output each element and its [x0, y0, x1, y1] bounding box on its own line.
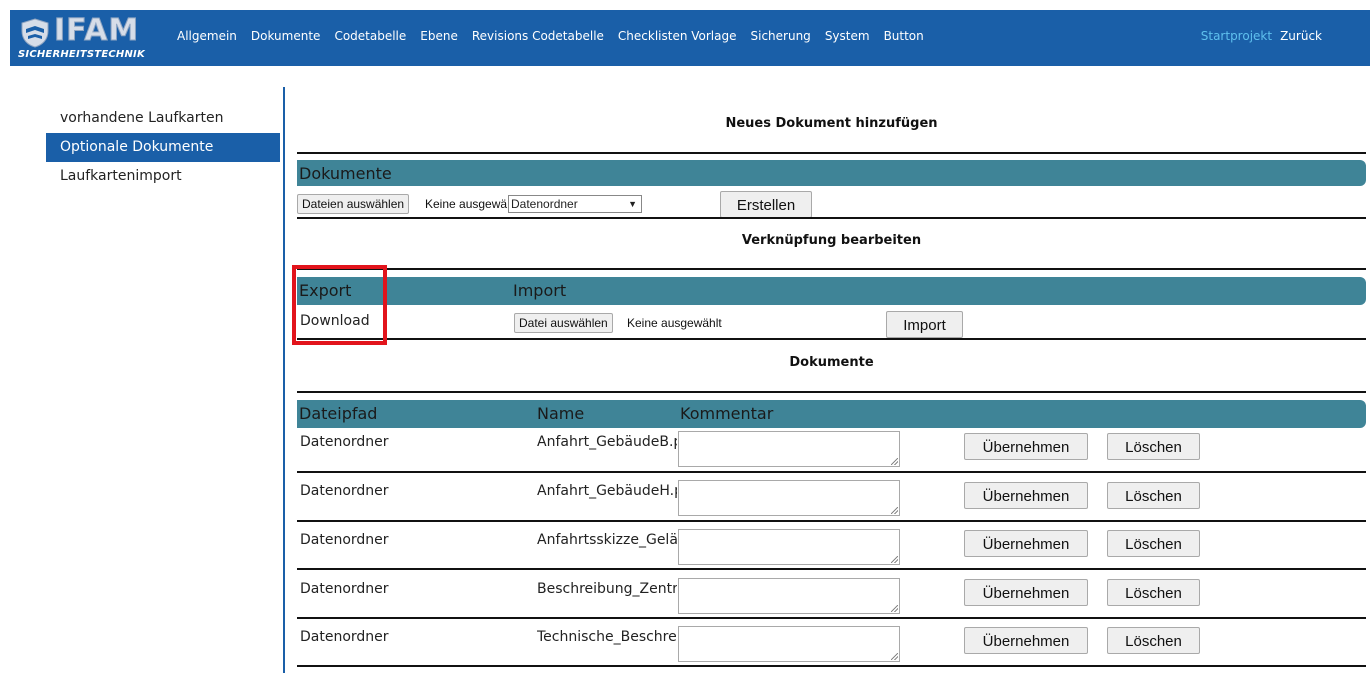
resize-handle-icon[interactable] [891, 507, 898, 514]
choose-file-button[interactable]: Datei auswählen [514, 313, 613, 333]
import-header-label: Import [513, 281, 567, 300]
chevron-down-icon: ▼ [628, 199, 637, 209]
nav-item-system[interactable]: System [825, 29, 870, 43]
highlight-box [292, 265, 387, 345]
brand-word: IFAM [53, 13, 140, 48]
divider [297, 391, 1366, 393]
resize-handle-icon[interactable] [891, 458, 898, 465]
documents-table-header: Dateipfad Name Kommentar [297, 400, 1366, 428]
nav-item-checklisten-vorlage[interactable]: Checklisten Vorlage [618, 29, 737, 43]
sidebar-item-vorhandene-laufkarten[interactable]: vorhandene Laufkarten [46, 104, 280, 133]
row-name: Anfahrt_GebäudeH.pd [537, 483, 677, 499]
column-header-name: Name [537, 404, 585, 423]
folder-select[interactable]: Datenordner ▼ [508, 195, 642, 213]
row-path: Datenordner [300, 581, 389, 597]
row-name: Technische_Beschreib [537, 629, 677, 645]
resize-handle-icon[interactable] [891, 556, 898, 563]
divider [297, 217, 1366, 219]
startprojekt-link[interactable]: Startprojekt [1201, 29, 1272, 43]
divider [297, 665, 1366, 667]
row-path: Datenordner [300, 532, 389, 548]
row-path: Datenordner [300, 483, 389, 499]
dokumente-header-label: Dokumente [299, 164, 392, 183]
section-title-verknuepfung: Verknüpfung bearbeiten [741, 233, 922, 248]
row-path: Datenordner [300, 434, 389, 450]
nav-item-button[interactable]: Button [884, 29, 924, 43]
nav-item-dokumente[interactable]: Dokumente [251, 29, 321, 43]
sidebar-item-laufkartenimport[interactable]: Laufkartenimport [46, 162, 280, 191]
import-file-status: Keine ausgewählt [627, 316, 722, 330]
row-name: Beschreibung_Zentral [537, 581, 677, 597]
delete-button[interactable]: Löschen [1107, 482, 1200, 509]
import-button[interactable]: Import [886, 311, 963, 338]
dokumente-header-bar: Dokumente [297, 160, 1366, 186]
sidebar-divider [283, 87, 285, 673]
nav-item-sicherung[interactable]: Sicherung [751, 29, 811, 43]
delete-button[interactable]: Löschen [1107, 530, 1200, 557]
sidebar: vorhandene Laufkarten Optionale Dokument… [46, 104, 280, 191]
nav-item-revisions-codetabelle[interactable]: Revisions Codetabelle [472, 29, 604, 43]
apply-button[interactable]: Übernehmen [964, 627, 1088, 654]
file-status-text: Keine ausgewä [425, 197, 508, 211]
comment-textarea[interactable] [678, 480, 900, 516]
export-import-header-bar: Export Import [297, 277, 1366, 305]
resize-handle-icon[interactable] [891, 653, 898, 660]
divider [297, 338, 1366, 340]
divider [297, 568, 1366, 570]
section-title-neues-dokument: Neues Dokument hinzufügen [725, 116, 938, 131]
column-header-dateipfad: Dateipfad [299, 404, 378, 423]
apply-button[interactable]: Übernehmen [964, 433, 1088, 460]
shield-logo-icon [21, 18, 49, 48]
sidebar-item-optionale-dokumente[interactable]: Optionale Dokumente [46, 133, 280, 162]
main-menu: Allgemein Dokumente Codetabelle Ebene Re… [177, 29, 938, 43]
nav-item-codetabelle[interactable]: Codetabelle [334, 29, 406, 43]
divider [297, 152, 1366, 154]
column-header-kommentar: Kommentar [680, 404, 774, 423]
divider [297, 471, 1366, 473]
apply-button[interactable]: Übernehmen [964, 579, 1088, 606]
divider [297, 617, 1366, 619]
nav-right: Startprojekt Zurück [1193, 29, 1322, 43]
delete-button[interactable]: Löschen [1107, 627, 1200, 654]
section-title-dokumente: Dokumente [789, 355, 874, 370]
row-path: Datenordner [300, 629, 389, 645]
comment-textarea[interactable] [678, 529, 900, 565]
divider [297, 520, 1366, 522]
comment-textarea[interactable] [678, 626, 900, 662]
create-button[interactable]: Erstellen [720, 191, 812, 218]
comment-textarea[interactable] [678, 578, 900, 614]
delete-button[interactable]: Löschen [1107, 579, 1200, 606]
brand-logo[interactable]: IFAM SICHERHEITSTECHNIK [18, 13, 168, 64]
row-name: Anfahrtsskizze_Geländ [537, 532, 677, 548]
nav-item-allgemein[interactable]: Allgemein [177, 29, 237, 43]
folder-select-value: Datenordner [511, 197, 578, 211]
brand-subtitle: SICHERHEITSTECHNIK [18, 49, 145, 60]
top-navbar: IFAM SICHERHEITSTECHNIK Allgemein Dokume… [10, 10, 1370, 66]
delete-button[interactable]: Löschen [1107, 433, 1200, 460]
apply-button[interactable]: Übernehmen [964, 530, 1088, 557]
resize-handle-icon[interactable] [891, 605, 898, 612]
choose-files-button[interactable]: Dateien auswählen [297, 194, 410, 214]
row-name: Anfahrt_GebäudeB.pd [537, 434, 677, 450]
nav-item-ebene[interactable]: Ebene [420, 29, 458, 43]
comment-textarea[interactable] [678, 431, 900, 467]
apply-button[interactable]: Übernehmen [964, 482, 1088, 509]
back-link[interactable]: Zurück [1280, 29, 1322, 43]
divider [297, 268, 1366, 270]
